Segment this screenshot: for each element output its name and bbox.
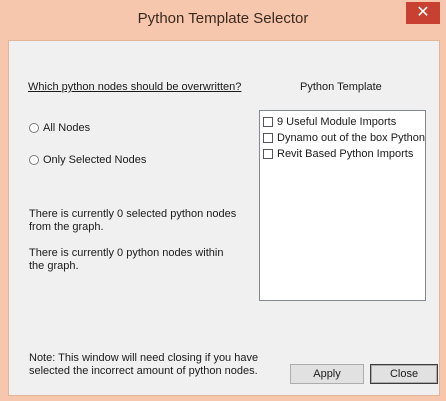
template-item-label: Revit Based Python Imports — [277, 147, 414, 160]
window-title: Python Template Selector — [137, 10, 309, 27]
close-icon: ✕ — [416, 4, 430, 21]
template-item-label: Dynamo out of the box Python Te — [277, 131, 426, 144]
template-item-useful-module-imports[interactable]: 9 Useful Module Imports — [263, 115, 396, 128]
radio-all-nodes-label: All Nodes — [43, 122, 91, 134]
radio-all-nodes[interactable]: All Nodes — [29, 122, 90, 134]
radio-all-nodes-circle[interactable] — [29, 123, 39, 133]
python-template-selector-window: Python Template Selector ✕ Which python … — [0, 0, 446, 401]
apply-button[interactable]: Apply — [290, 364, 364, 384]
template-item-label: 9 Useful Module Imports — [277, 115, 397, 128]
title-bar[interactable]: Python Template Selector ✕ — [0, 0, 446, 36]
template-item-dynamo-python[interactable]: Dynamo out of the box Python Te — [263, 131, 426, 144]
template-checklist[interactable]: 9 Useful Module Imports Dynamo out of th… — [259, 110, 426, 301]
template-item-checkbox[interactable] — [263, 132, 273, 143]
window-close-button[interactable]: ✕ — [406, 2, 440, 24]
total-nodes-count-text: There is currently 0 python nodes within… — [29, 247, 224, 272]
close-button[interactable]: Close — [370, 364, 438, 384]
radio-only-selected-label: Only Selected Nodes — [43, 154, 147, 166]
template-item-checkbox[interactable] — [263, 148, 273, 159]
template-item-revit-python-imports[interactable]: Revit Based Python Imports — [263, 147, 413, 160]
template-item-checkbox[interactable] — [263, 116, 273, 127]
radio-only-selected-circle[interactable] — [29, 155, 39, 165]
python-template-label: Python Template — [300, 81, 382, 93]
radio-only-selected-nodes[interactable]: Only Selected Nodes — [29, 154, 146, 166]
selected-nodes-count-text: There is currently 0 selected python nod… — [29, 208, 237, 233]
overwrite-question-label: Which python nodes should be overwritten… — [28, 81, 242, 93]
closing-note-text: Note: This window will need closing if y… — [29, 352, 259, 377]
